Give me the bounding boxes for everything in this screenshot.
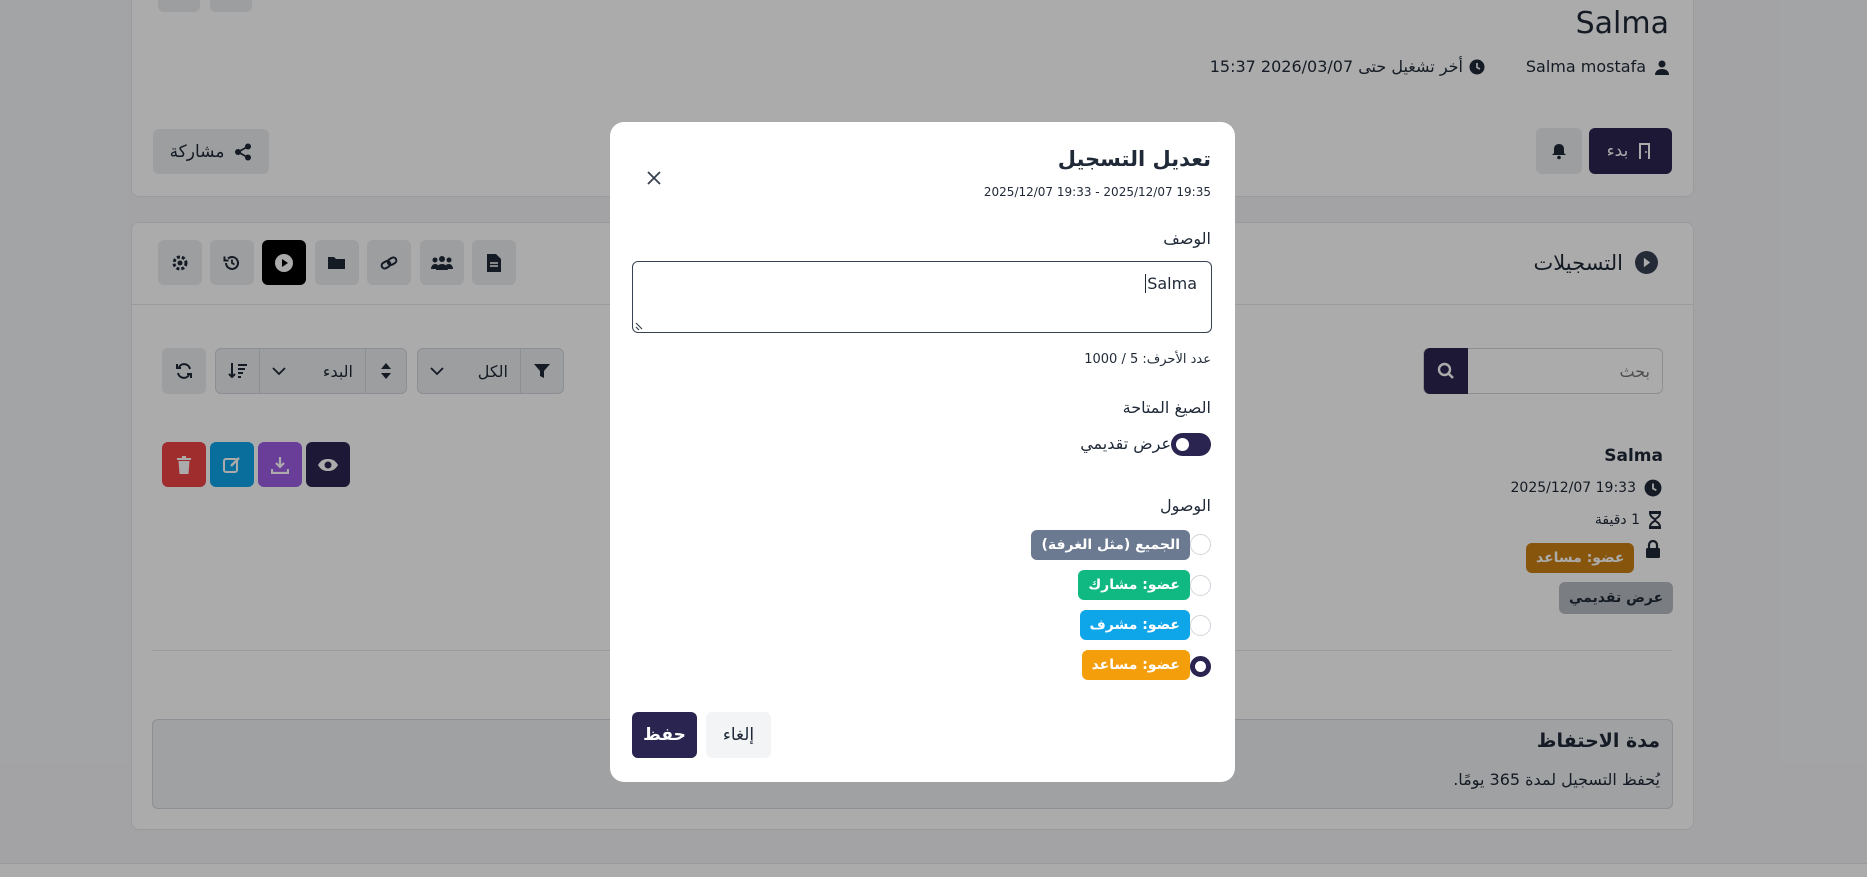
description-label: الوصف (1163, 229, 1211, 248)
description-field[interactable]: Salma (632, 261, 1212, 333)
format-toggle[interactable] (1171, 433, 1211, 456)
modal-subtitle: 2025/12/07 19:33 - 2025/12/07 19:35 (983, 185, 1211, 199)
access-radio-participant[interactable] (1190, 575, 1211, 596)
access-radio-moderator[interactable] (1190, 615, 1211, 636)
access-radio-assistant[interactable] (1190, 656, 1211, 677)
char-count: عدد الأحرف: 5 / 1000 (1084, 352, 1211, 367)
access-option-participant: عضو: مشارك (1078, 570, 1190, 600)
access-option-everyone: الجميع (مثل الغرفة) (1031, 530, 1190, 560)
close-button[interactable] (642, 166, 666, 190)
cancel-button[interactable]: إلغاء (706, 712, 771, 758)
toggle-knob (1176, 438, 1189, 451)
modal-title: تعديل التسجيل (1057, 147, 1211, 171)
close-icon (646, 170, 662, 186)
access-option-moderator: عضو: مشرف (1079, 610, 1190, 640)
access-label: الوصول (1159, 496, 1211, 515)
access-radio-everyone[interactable] (1190, 534, 1211, 555)
edit-recording-modal: تعديل التسجيل 2025/12/07 19:33 - 2025/12… (610, 122, 1235, 782)
description-value: Salma (1145, 274, 1197, 293)
resize-handle-icon[interactable] (634, 321, 644, 331)
format-toggle-label: عرض تقديمي (1080, 434, 1171, 453)
formats-label: الصيغ المتاحة (1122, 398, 1211, 417)
save-button[interactable]: حفظ (632, 712, 697, 758)
access-option-assistant: عضو: مساعد (1081, 650, 1190, 680)
